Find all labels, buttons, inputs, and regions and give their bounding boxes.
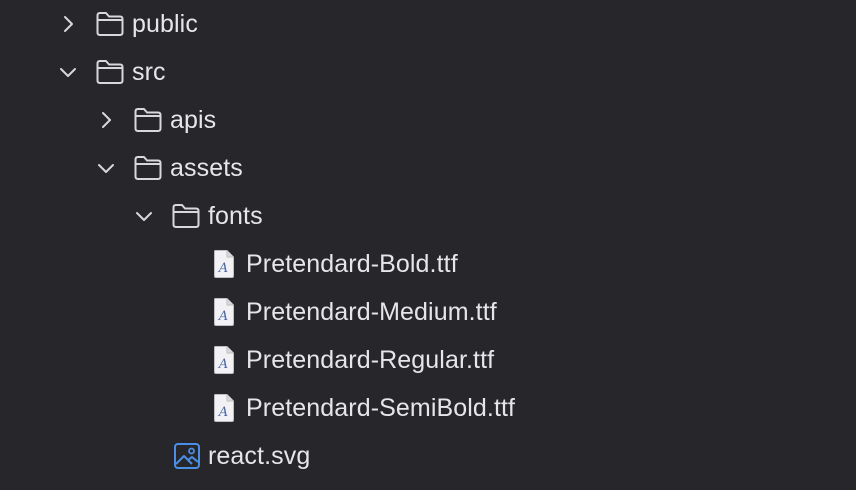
tree-item-label: public: [132, 10, 198, 38]
file-tree: public src apis assets fonts A Pretendar…: [0, 0, 856, 490]
font-file-icon: A: [211, 394, 237, 422]
tree-item-public[interactable]: public: [0, 0, 856, 48]
folder-icon: [133, 106, 163, 134]
tree-item-src[interactable]: src: [0, 48, 856, 96]
chevron-right-icon[interactable]: [56, 12, 80, 36]
tree-item-label: Pretendard-Medium.ttf: [246, 298, 497, 326]
tree-item-file[interactable]: react.svg: [0, 432, 856, 480]
tree-item-label: Pretendard-Regular.ttf: [246, 346, 495, 374]
font-file-icon: A: [211, 346, 237, 374]
chevron-down-icon[interactable]: [56, 60, 80, 84]
chevron-down-icon[interactable]: [94, 156, 118, 180]
svg-text:A: A: [218, 309, 228, 324]
tree-item-label: src: [132, 58, 166, 86]
tree-item-apis[interactable]: apis: [0, 96, 856, 144]
tree-item-label: Pretendard-Bold.ttf: [246, 250, 458, 278]
tree-item-fonts[interactable]: fonts: [0, 192, 856, 240]
tree-item-label: Pretendard-SemiBold.ttf: [246, 394, 516, 422]
folder-icon: [95, 10, 125, 38]
tree-item-file[interactable]: A Pretendard-Regular.ttf: [0, 336, 856, 384]
tree-item-file[interactable]: A Pretendard-Medium.ttf: [0, 288, 856, 336]
tree-item-label: fonts: [208, 202, 263, 230]
tree-item-label: assets: [170, 154, 243, 182]
svg-text:A: A: [218, 405, 228, 420]
tree-item-file[interactable]: A Pretendard-Bold.ttf: [0, 240, 856, 288]
folder-icon: [133, 154, 163, 182]
folder-icon: [171, 202, 201, 230]
tree-item-file[interactable]: A Pretendard-SemiBold.ttf: [0, 384, 856, 432]
chevron-down-icon[interactable]: [132, 204, 156, 228]
tree-item-label: react.svg: [208, 442, 311, 470]
svg-text:A: A: [218, 261, 228, 276]
font-file-icon: A: [211, 298, 237, 326]
tree-item-assets[interactable]: assets: [0, 144, 856, 192]
font-file-icon: A: [211, 250, 237, 278]
tree-item-label: apis: [170, 106, 217, 134]
chevron-right-icon[interactable]: [94, 108, 118, 132]
folder-icon: [95, 58, 125, 86]
image-file-icon: [173, 442, 201, 470]
svg-text:A: A: [218, 357, 228, 372]
